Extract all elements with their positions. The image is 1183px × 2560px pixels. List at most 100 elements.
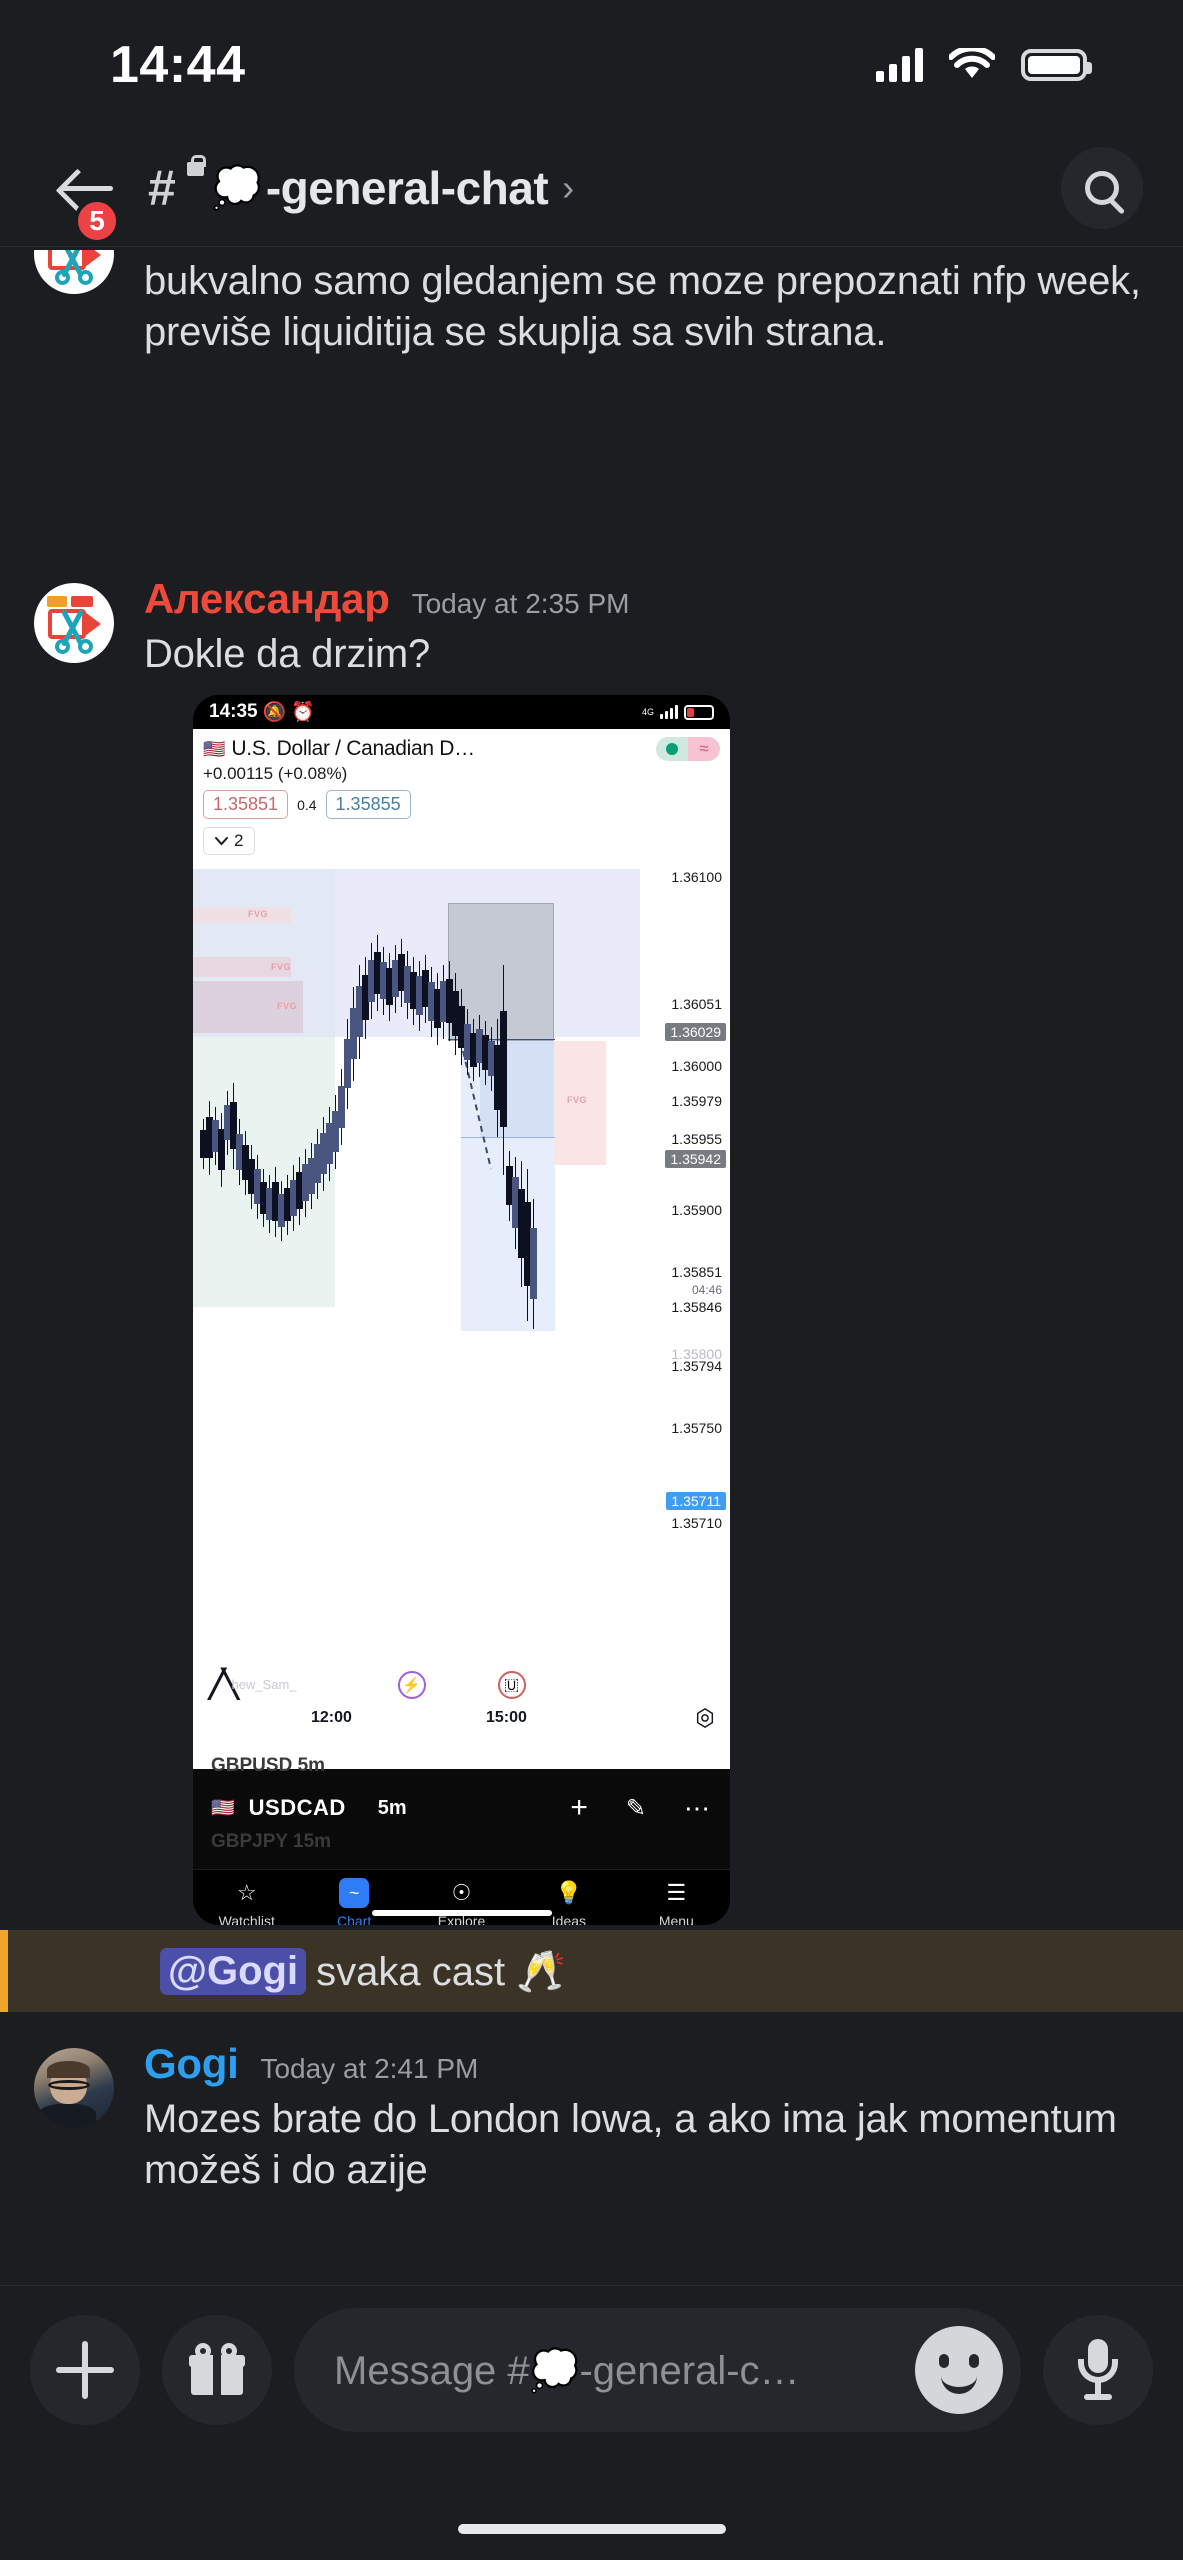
price-axis[interactable]: 1.36100 1.36051 1.36029 1.36000 1.35979 1.359… bbox=[638, 869, 730, 1659]
pencil-icon[interactable]: ✎ bbox=[626, 1794, 646, 1823]
alarm-icon: ⏰ bbox=[291, 702, 315, 723]
embed-status-toggle[interactable]: ≈ bbox=[656, 737, 720, 761]
bell-off-icon: 🔕 bbox=[262, 702, 287, 723]
unread-badge: 5 bbox=[74, 197, 120, 244]
embed-tab-menu[interactable]: ☰ Menu bbox=[623, 1878, 730, 1925]
channel-name: -general-chat bbox=[265, 161, 549, 214]
avatar[interactable] bbox=[34, 250, 114, 294]
embed-symbol-row[interactable]: 🇺🇸 U.S. Dollar / Canadian D… ≈ bbox=[193, 729, 730, 761]
embed-watchlist-strip: GBPUSD 5m 🇺🇸 USDCAD 5m + ✎ ⋯ GBPJPY 15m bbox=[193, 1755, 730, 1869]
embed-current-timeframe[interactable]: 5m bbox=[378, 1797, 407, 1820]
fvg-label: FVG bbox=[567, 1095, 588, 1105]
price-axis-label: 1.35710 bbox=[671, 1515, 722, 1531]
price-axis-label: 1.36100 bbox=[671, 869, 722, 885]
header-divider bbox=[0, 246, 1183, 247]
price-axis-label: 1.35794 bbox=[671, 1358, 722, 1374]
avatar[interactable] bbox=[34, 2048, 114, 2128]
home-indicator bbox=[457, 2524, 726, 2534]
embed-change: +0.00115 (+0.08%) bbox=[203, 764, 348, 783]
cellular-bars-icon bbox=[876, 48, 923, 82]
search-icon bbox=[1085, 170, 1119, 205]
ask-price[interactable]: 1.35855 bbox=[325, 790, 411, 819]
embed-battery-icon bbox=[684, 704, 714, 720]
plus-icon[interactable]: + bbox=[570, 1791, 588, 1825]
embed-event-icons: ⚡ 🇺 bbox=[193, 1671, 730, 1699]
message-text: svaka cast 🥂 bbox=[316, 1949, 567, 1994]
embed-tab-label: Ideas bbox=[551, 1913, 587, 1925]
price-axis-label: 1.36051 bbox=[671, 996, 722, 1012]
embed-status-left: 14:35 🔕 ⏰ bbox=[209, 701, 315, 723]
embed-chart-panel: 🇺🇸 U.S. Dollar / Canadian D… ≈ +0.00115 … bbox=[193, 729, 730, 1769]
price-axis-label: 1.35711 bbox=[666, 1492, 726, 1510]
price-axis-label: 1.35900 bbox=[671, 1202, 722, 1218]
scissors-film-avatar-icon bbox=[45, 594, 103, 654]
message-attachment-screenshot[interactable]: 14:35 🔕 ⏰ 4G 🇺🇸 U.S. Dollar / Canadian D… bbox=[193, 695, 730, 1925]
app-screen: 14:44 5 # 💭 -general-chat › bukvalno sam… bbox=[0, 0, 1183, 2560]
embed-tab-ideas[interactable]: 💡 Ideas bbox=[515, 1878, 622, 1925]
price-axis-label: 1.35846 bbox=[671, 1299, 722, 1315]
usd-cad-flags-icon: 🇺🇸 bbox=[211, 1798, 235, 1819]
embed-chart-footer: ╱╲ hew_Sam_ ⚡ 🇺 12:00 15:00 bbox=[193, 1661, 730, 1769]
embed-tab-chart[interactable]: ~ Chart bbox=[300, 1878, 407, 1925]
channel-header: 5 # 💭 -general-chat › bbox=[0, 130, 1183, 245]
message-clipped: bukvalno samo gledanjem se moze prepozna… bbox=[0, 250, 1183, 430]
embed-home-indicator bbox=[371, 1910, 552, 1916]
embed-row-above: GBPUSD 5m bbox=[211, 1755, 326, 1776]
embed-tab-label: Chart bbox=[336, 1913, 372, 1925]
embed-actions: + ✎ ⋯ bbox=[570, 1791, 712, 1825]
star-icon: ☆ bbox=[236, 1880, 257, 1905]
embed-current-row[interactable]: 🇺🇸 USDCAD 5m + ✎ ⋯ bbox=[193, 1791, 730, 1825]
channel-title[interactable]: # 💭 -general-chat › bbox=[148, 154, 1061, 216]
usd-cad-flags-icon: 🇺🇸 bbox=[203, 738, 226, 759]
gift-button[interactable] bbox=[162, 2315, 272, 2425]
spread-value: 0.4 bbox=[297, 796, 317, 813]
message-timestamp: Today at 2:35 PM bbox=[411, 588, 630, 619]
search-button[interactable] bbox=[1061, 146, 1143, 229]
embed-tab-explore[interactable]: ☉ Explore bbox=[408, 1878, 515, 1925]
message-author[interactable]: Александар bbox=[144, 575, 390, 623]
smiley-icon[interactable] bbox=[915, 2326, 1003, 2414]
add-attachment-button[interactable] bbox=[30, 2315, 140, 2425]
price-axis-label: 1.35955 bbox=[671, 1131, 722, 1147]
status-indicators bbox=[876, 48, 1092, 82]
compass-icon: ☉ bbox=[451, 1880, 472, 1905]
embed-status-bar: 14:35 🔕 ⏰ 4G bbox=[193, 695, 730, 729]
price-axis-label: 1.36000 bbox=[671, 1058, 722, 1074]
candle bbox=[529, 869, 538, 1659]
avatar[interactable] bbox=[34, 583, 114, 663]
embed-tab-watchlist[interactable]: ☆ Watchlist bbox=[193, 1878, 300, 1925]
more-icon[interactable]: ⋯ bbox=[684, 1793, 712, 1824]
microphone-icon bbox=[1076, 2339, 1120, 2401]
gear-icon[interactable] bbox=[694, 1707, 716, 1729]
voice-message-button[interactable] bbox=[1043, 2315, 1153, 2425]
bid-price[interactable]: 1.35851 bbox=[203, 790, 289, 819]
champagne-emoji-icon: 🥂 bbox=[516, 1949, 567, 1994]
embed-status-right: 4G bbox=[642, 704, 714, 720]
message-author[interactable]: Gogi bbox=[144, 2040, 239, 2088]
embed-tab-label: Menu bbox=[658, 1913, 694, 1925]
mention-pill[interactable]: @Gogi bbox=[160, 1947, 307, 1995]
embed-tab-bar: ☆ Watchlist ~ Chart ☉ Explore 💡 Ideas ☰ … bbox=[193, 1869, 730, 1925]
lightning-icon[interactable]: ⚡ bbox=[397, 1671, 426, 1699]
price-axis-label: 1.35942 bbox=[665, 1150, 726, 1168]
embed-tab-label: Watchlist bbox=[218, 1913, 275, 1925]
composer-divider bbox=[0, 2285, 1183, 2286]
photo-avatar-icon bbox=[34, 2048, 114, 2128]
price-axis-label: 04:46 bbox=[691, 1283, 722, 1297]
quantity-stepper[interactable]: 2 bbox=[203, 827, 256, 855]
message-input[interactable]: Message #💭-general-c… bbox=[294, 2308, 1021, 2432]
embed-current-symbol: USDCAD bbox=[248, 1795, 346, 1820]
hamburger-icon: ☰ bbox=[666, 1880, 687, 1905]
time-tick: 12:00 bbox=[311, 1709, 352, 1726]
message-row: Александар Today at 2:35 PM Dokle da drz… bbox=[0, 575, 1183, 680]
time-tick: 15:00 bbox=[486, 1709, 527, 1726]
back-button[interactable]: 5 bbox=[46, 146, 130, 244]
us-flag-icon[interactable]: 🇺 bbox=[497, 1671, 526, 1699]
price-axis-label: 1.35750 bbox=[671, 1420, 722, 1436]
plus-icon bbox=[56, 2341, 114, 2399]
message-input-placeholder: Message #💭-general-c… bbox=[334, 2348, 800, 2393]
wifi-icon bbox=[949, 48, 995, 78]
wave-icon: ≈ bbox=[688, 737, 720, 761]
ios-status-bar: 14:44 bbox=[0, 0, 1183, 130]
lightbulb-icon: 💡 bbox=[555, 1880, 583, 1905]
